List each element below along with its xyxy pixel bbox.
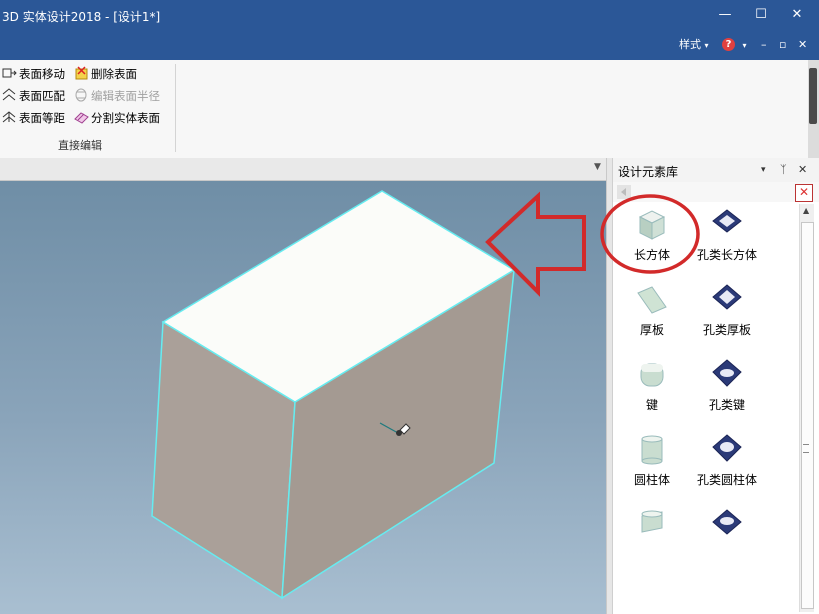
help-button[interactable]: ? ▾ [722,36,747,54]
box-hole-icon [712,209,742,233]
split-solid-face-label: 分割实体表面 [91,111,160,125]
panel-menu-button[interactable]: ▾ [761,165,766,175]
partial-hole-icon [712,509,742,535]
close-window-button[interactable]: ✕ [786,6,808,24]
face-match-icon [2,88,16,101]
element-box-hole[interactable]: 孔类长方体 [687,208,767,263]
face-offset-label: 表面等距 [19,111,65,125]
element-label: 厚板 [639,323,664,337]
element-box[interactable]: 长方体 [612,208,692,263]
face-match-button[interactable]: 表面匹配 [2,87,65,105]
document-tab-bar: ▼ [0,158,610,181]
doc-restore-button[interactable]: ▫ [779,36,786,54]
cylinder-icon [641,435,663,465]
panel-close-button[interactable]: ✕ [798,163,807,176]
panel-scrollbar[interactable]: ▲ [799,204,814,612]
panel-title: 设计元素库 [618,165,679,179]
face-offset-icon [2,111,16,123]
element-label: 孔类厚板 [702,323,751,337]
face-move-icon [2,68,17,78]
design-element-library-panel: 设计元素库 ▾ ᛉ ✕ ✕ 长方体 孔类长方体 厚板 孔类厚板 键 孔类键 圆柱… [612,158,819,614]
delete-face-icon [75,66,88,80]
cylinder-hole-icon [712,434,742,462]
help-icon: ? [722,38,735,51]
close-library-button[interactable]: ✕ [795,184,813,202]
style-menu-label: 样式 [679,38,701,51]
scroll-grip[interactable] [809,68,817,124]
key-icon [640,363,664,387]
scroll-thumb[interactable] [801,222,814,609]
chevron-down-icon: ▾ [742,41,747,50]
ribbon-separator [175,64,176,152]
minimize-button[interactable]: — [714,6,736,24]
chevron-down-icon[interactable]: ▼ [594,162,601,172]
edit-face-radius-button[interactable]: 编辑表面半径 [74,87,160,105]
element-label: 孔类键 [708,398,745,412]
face-move-button[interactable]: 表面移动 [2,65,65,83]
window-title: 3D 实体设计2018 - [设计1*] [2,10,161,24]
partial-cylinder-icon [641,510,663,533]
face-offset-button[interactable]: 表面等距 [2,109,65,127]
plate-hole-icon [712,284,742,310]
key-hole-icon [712,359,742,387]
box-icon [638,210,666,240]
element-key-hole[interactable]: 孔类键 [687,358,767,413]
face-match-label: 表面匹配 [19,89,65,103]
ribbon: 表面移动 删除表面 表面匹配 编辑表面半径 表面等距 分割实体表面 直接编辑 [0,60,808,159]
element-label: 孔类长方体 [696,248,757,262]
panel-pin-button[interactable]: ᛉ [780,163,787,176]
panel-toolbar: ✕ [613,182,819,202]
panel-header: 设计元素库 ▾ ᛉ ✕ [613,158,819,183]
thick-plate-icon [637,286,667,314]
scroll-grip-lines [803,444,809,453]
style-menu[interactable]: 样式 ▾ [679,36,709,54]
element-partial-hole[interactable] [687,508,767,542]
doc-minimize-button[interactable]: – [761,36,767,54]
delete-face-button[interactable]: 删除表面 [74,65,137,83]
edit-radius-icon [75,88,87,102]
viewport-scene [151,190,586,600]
element-plate-hole[interactable]: 孔类厚板 [687,283,767,338]
3d-viewport[interactable] [0,181,606,614]
title-bar: 3D 实体设计2018 - [设计1*] — ☐ ✕ 样式 ▾ ? ▾ – ▫ … [0,0,819,60]
delete-face-label: 删除表面 [91,67,137,81]
edit-face-radius-label: 编辑表面半径 [91,89,160,103]
split-solid-face-button[interactable]: 分割实体表面 [74,109,160,127]
element-cylinder-hole[interactable]: 孔类圆柱体 [687,433,767,488]
element-label: 孔类圆柱体 [696,473,757,487]
split-face-icon [74,112,89,124]
element-label: 键 [645,398,658,412]
doc-close-button[interactable]: ✕ [798,36,807,54]
element-label: 圆柱体 [633,473,670,487]
ribbon-group-label: 直接编辑 [58,139,102,152]
chevron-down-icon: ▾ [704,41,709,50]
scroll-up-icon[interactable]: ▲ [803,206,809,215]
maximize-button[interactable]: ☐ [750,6,772,24]
element-key[interactable]: 键 [612,358,692,413]
element-label: 长方体 [633,248,670,262]
face-move-label: 表面移动 [19,67,65,81]
element-partial-cylinder[interactable] [612,508,692,542]
element-thick-plate[interactable]: 厚板 [612,283,692,338]
back-arrow-icon[interactable] [617,185,631,199]
element-cylinder[interactable]: 圆柱体 [612,433,692,488]
